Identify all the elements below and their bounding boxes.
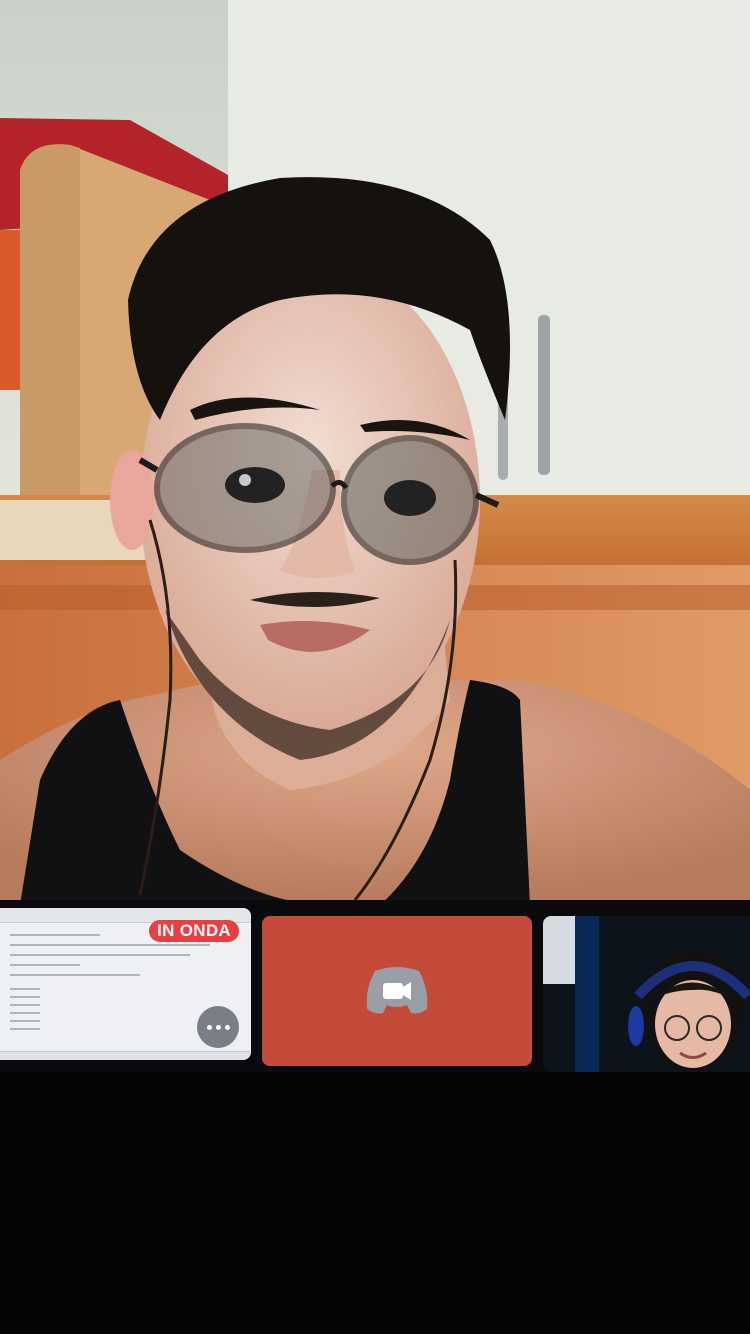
ellipsis-icon bbox=[206, 1024, 212, 1030]
participant-strip: IN ONDA bbox=[0, 900, 750, 1072]
shared-text-line bbox=[10, 934, 100, 936]
shared-text-line bbox=[10, 988, 40, 990]
shared-text-line bbox=[10, 974, 140, 976]
camera-off-participant-tile[interactable] bbox=[262, 916, 532, 1066]
main-video-feed[interactable] bbox=[0, 0, 750, 905]
participant-video-image bbox=[543, 916, 750, 1072]
shared-text-line bbox=[10, 964, 80, 966]
live-badge: IN ONDA bbox=[149, 920, 239, 942]
shared-text-line bbox=[10, 1020, 40, 1022]
bottom-dark-area bbox=[0, 1072, 750, 1334]
discord-video-icon bbox=[366, 967, 428, 1014]
shared-text-line bbox=[10, 1004, 40, 1006]
ellipsis-icon bbox=[224, 1024, 230, 1030]
main-video-image bbox=[0, 0, 750, 905]
shared-text-line bbox=[10, 1028, 40, 1030]
screen-share-tile[interactable]: IN ONDA bbox=[0, 908, 251, 1060]
shared-text-line bbox=[10, 954, 190, 956]
participant-video-tile[interactable] bbox=[543, 916, 750, 1072]
ellipsis-icon bbox=[215, 1024, 221, 1030]
shared-text-line bbox=[10, 944, 210, 946]
shared-text-line bbox=[10, 996, 40, 998]
video-call-screen: IN ONDA bbox=[0, 0, 750, 1334]
more-options-button[interactable] bbox=[197, 1006, 239, 1048]
shared-text-line bbox=[10, 1012, 40, 1014]
shared-window-taskbar bbox=[0, 1051, 251, 1060]
